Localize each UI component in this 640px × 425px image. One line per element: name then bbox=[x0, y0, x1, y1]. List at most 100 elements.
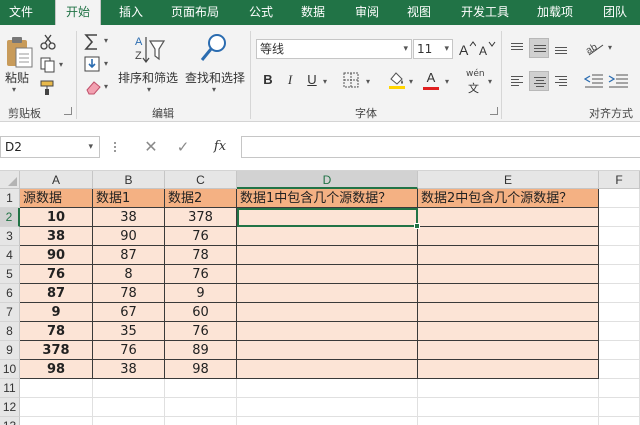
cell-d3[interactable] bbox=[237, 227, 418, 246]
cell-c11[interactable] bbox=[165, 379, 237, 398]
cell-b9[interactable]: 76 bbox=[93, 341, 165, 360]
cell-b11[interactable] bbox=[93, 379, 165, 398]
row-header-3[interactable]: 3 bbox=[0, 227, 20, 246]
decrease-indent-icon[interactable] bbox=[584, 72, 604, 90]
cell-a13[interactable] bbox=[20, 417, 93, 425]
column-header-e[interactable]: E bbox=[418, 171, 599, 189]
column-header-c[interactable]: C bbox=[165, 171, 237, 189]
cell-a12[interactable] bbox=[20, 398, 93, 417]
cell-b6[interactable]: 78 bbox=[93, 284, 165, 303]
align-left-icon[interactable] bbox=[507, 71, 527, 91]
cell-d5[interactable] bbox=[237, 265, 418, 284]
fill-color-dropdown-icon[interactable]: ▾ bbox=[409, 77, 413, 86]
cell-b2[interactable]: 38 bbox=[93, 208, 165, 227]
cell-d10[interactable] bbox=[237, 360, 418, 379]
cell-d4[interactable] bbox=[237, 246, 418, 265]
cell-c12[interactable] bbox=[165, 398, 237, 417]
tab-addins[interactable]: 加载项 bbox=[537, 0, 573, 25]
cell-b8[interactable]: 35 bbox=[93, 322, 165, 341]
cell-f13[interactable] bbox=[599, 417, 640, 425]
find-select-dropdown-icon[interactable]: ▾ bbox=[212, 85, 216, 94]
cell-c3[interactable]: 76 bbox=[165, 227, 237, 246]
cell-d12[interactable] bbox=[237, 398, 418, 417]
cell-c8[interactable]: 76 bbox=[165, 322, 237, 341]
orientation-icon[interactable]: ab bbox=[585, 39, 607, 57]
cell-a2[interactable]: 10 bbox=[20, 208, 93, 227]
borders-dropdown-icon[interactable]: ▾ bbox=[366, 77, 370, 86]
formula-bar-resize-handle[interactable] bbox=[113, 140, 117, 154]
cell-b12[interactable] bbox=[93, 398, 165, 417]
row-header-13[interactable]: 13 bbox=[0, 417, 20, 425]
cell-c4[interactable]: 78 bbox=[165, 246, 237, 265]
tab-page-layout[interactable]: 页面布局 bbox=[171, 0, 219, 25]
phonetic-guide-icon[interactable]: 文 bbox=[468, 80, 479, 96]
cell-a3[interactable]: 38 bbox=[20, 227, 93, 246]
insert-function-icon[interactable]: fx bbox=[208, 136, 232, 158]
middle-align-icon[interactable] bbox=[529, 38, 549, 58]
row-header-4[interactable]: 4 bbox=[0, 246, 20, 265]
cell-e11[interactable] bbox=[418, 379, 599, 398]
phonetic-dropdown-icon[interactable]: ▾ bbox=[488, 77, 492, 86]
cell-a4[interactable]: 90 bbox=[20, 246, 93, 265]
cell-e12[interactable] bbox=[418, 398, 599, 417]
align-center-icon[interactable] bbox=[529, 71, 549, 91]
cut-icon[interactable] bbox=[40, 34, 56, 50]
cell-e8[interactable] bbox=[418, 322, 599, 341]
cell-e1[interactable]: 数据2中包含几个源数据？ bbox=[418, 189, 599, 208]
decrease-font-size-icon[interactable]: A bbox=[478, 40, 496, 58]
cell-b3[interactable]: 90 bbox=[93, 227, 165, 246]
chevron-down-icon[interactable]: ▾ bbox=[88, 137, 93, 157]
cell-e13[interactable] bbox=[418, 417, 599, 425]
enter-icon[interactable]: ✓ bbox=[173, 136, 193, 158]
cell-f7[interactable] bbox=[599, 303, 640, 322]
cell-d11[interactable] bbox=[237, 379, 418, 398]
font-color-dropdown-icon[interactable]: ▾ bbox=[445, 77, 449, 86]
fill-color-icon[interactable] bbox=[387, 70, 407, 90]
cell-e7[interactable] bbox=[418, 303, 599, 322]
column-header-b[interactable]: B bbox=[93, 171, 165, 189]
cell-e2[interactable] bbox=[418, 208, 599, 227]
cell-c6[interactable]: 9 bbox=[165, 284, 237, 303]
font-size-combobox[interactable]: 11 ▾ bbox=[413, 39, 453, 59]
cell-a10[interactable]: 98 bbox=[20, 360, 93, 379]
cell-c2[interactable]: 378 bbox=[165, 208, 237, 227]
chevron-down-icon[interactable]: ▾ bbox=[444, 40, 449, 58]
cell-a6[interactable]: 87 bbox=[20, 284, 93, 303]
top-align-icon[interactable] bbox=[507, 38, 527, 58]
paste-icon[interactable] bbox=[4, 35, 34, 69]
cell-e6[interactable] bbox=[418, 284, 599, 303]
sort-filter-dropdown-icon[interactable]: ▾ bbox=[147, 85, 151, 94]
column-header-a[interactable]: A bbox=[20, 171, 93, 189]
row-header-6[interactable]: 6 bbox=[0, 284, 20, 303]
cell-f11[interactable] bbox=[599, 379, 640, 398]
copy-dropdown-icon[interactable]: ▾ bbox=[59, 60, 63, 69]
tab-view[interactable]: 视图 bbox=[407, 0, 431, 25]
cell-a11[interactable] bbox=[20, 379, 93, 398]
cell-e5[interactable] bbox=[418, 265, 599, 284]
clear-icon[interactable] bbox=[84, 79, 102, 95]
cancel-icon[interactable]: ✕ bbox=[141, 136, 161, 158]
cell-c13[interactable] bbox=[165, 417, 237, 425]
copy-icon[interactable] bbox=[40, 57, 58, 73]
name-box[interactable]: D2 ▾ bbox=[0, 136, 100, 158]
row-header-7[interactable]: 7 bbox=[0, 303, 20, 322]
cell-d13[interactable] bbox=[237, 417, 418, 425]
row-header-10[interactable]: 10 bbox=[0, 360, 20, 379]
cell-c9[interactable]: 89 bbox=[165, 341, 237, 360]
cell-f5[interactable] bbox=[599, 265, 640, 284]
fill-icon[interactable] bbox=[84, 56, 100, 72]
tab-insert[interactable]: 插入 bbox=[119, 0, 143, 25]
cell-c1[interactable]: 数据2 bbox=[165, 189, 237, 208]
cell-f8[interactable] bbox=[599, 322, 640, 341]
cell-e3[interactable] bbox=[418, 227, 599, 246]
paste-button[interactable]: 粘贴 bbox=[5, 69, 29, 86]
bold-button[interactable]: B bbox=[258, 70, 278, 90]
cell-c7[interactable]: 60 bbox=[165, 303, 237, 322]
cell-d6[interactable] bbox=[237, 284, 418, 303]
row-header-1[interactable]: 1 bbox=[0, 189, 20, 208]
tab-formulas[interactable]: 公式 bbox=[249, 0, 273, 25]
cell-b13[interactable] bbox=[93, 417, 165, 425]
cell-a7[interactable]: 9 bbox=[20, 303, 93, 322]
increase-indent-icon[interactable] bbox=[608, 72, 630, 90]
row-header-2[interactable]: 2 bbox=[0, 208, 20, 227]
